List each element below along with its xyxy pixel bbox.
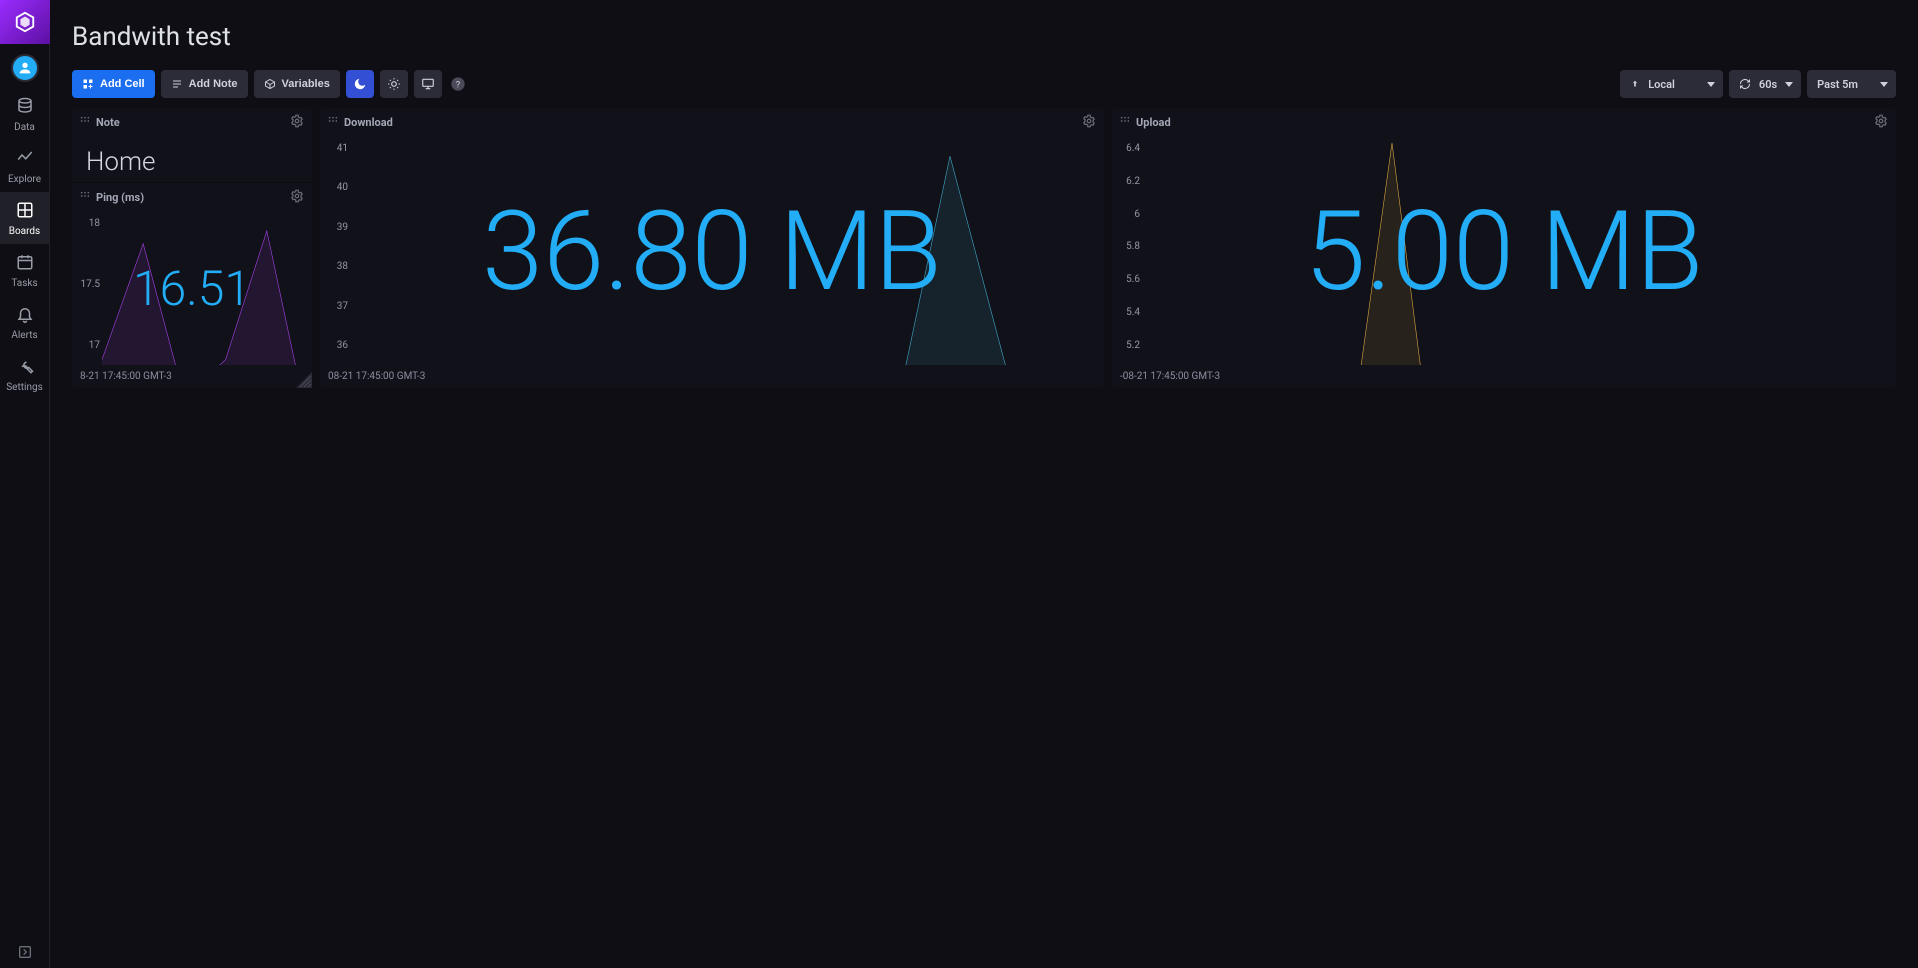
- gear-icon: [1874, 114, 1888, 128]
- gear-icon: [290, 189, 304, 203]
- light-mode-button[interactable]: [380, 70, 408, 98]
- ping-chart[interactable]: 1817.517 16.51: [72, 212, 312, 365]
- bell-icon: [16, 305, 34, 326]
- calendar-icon: [16, 253, 34, 274]
- sidebar-item-label: Settings: [6, 382, 43, 393]
- sidebar-item-boards[interactable]: Boards: [0, 192, 49, 244]
- boards-icon: [16, 201, 34, 222]
- dark-mode-button[interactable]: [346, 70, 374, 98]
- collapse-icon: [17, 944, 33, 960]
- sidebar-item-label: Data: [14, 122, 35, 133]
- button-label: Add Cell: [100, 78, 145, 90]
- database-icon: [16, 97, 34, 118]
- drag-handle-icon[interactable]: [1120, 116, 1130, 129]
- add-note-button[interactable]: Add Note: [161, 70, 248, 98]
- dropdown-label: Past 5m: [1817, 78, 1858, 91]
- cell-settings-button[interactable]: [1082, 114, 1096, 131]
- refresh-icon: [1739, 78, 1751, 90]
- sidebar-item-label: Boards: [9, 226, 40, 237]
- svg-text:?: ?: [456, 79, 461, 90]
- resize-handle[interactable]: [296, 372, 312, 388]
- cell-footer: 08-21 17:45:00 GMT-3: [320, 365, 1104, 388]
- drag-handle-icon[interactable]: [80, 191, 90, 204]
- sidebar-item-data[interactable]: Data: [0, 88, 49, 140]
- drag-handle-icon[interactable]: [80, 116, 90, 129]
- presentation-icon: [421, 77, 435, 91]
- refresh-dropdown[interactable]: 60s: [1729, 70, 1801, 98]
- sidebar-item-alerts[interactable]: Alerts: [0, 296, 49, 348]
- chevron-down-icon: [1880, 82, 1888, 87]
- grid-plus-icon: [82, 78, 94, 90]
- note-body: Home: [72, 137, 312, 177]
- note-icon: [171, 78, 183, 90]
- sidebar-item-explore[interactable]: Explore: [0, 140, 49, 192]
- cell-title: Download: [344, 116, 393, 129]
- download-chart[interactable]: 414039383736 36.80 MB: [320, 137, 1104, 365]
- sidebar-item-label: Tasks: [11, 278, 37, 289]
- y-axis: 6.46.265.85.65.45.2: [1116, 143, 1140, 351]
- chevron-down-icon: [1707, 82, 1715, 87]
- chart-plot: [350, 143, 1100, 365]
- chart-plot: [102, 218, 308, 365]
- upload-chart[interactable]: 6.46.265.85.65.45.2 5.00 MB: [1112, 137, 1896, 365]
- sidebar-item-settings[interactable]: Settings: [0, 348, 49, 400]
- dashboard-cells: Note Home Ping (ms): [72, 108, 1896, 388]
- button-label: Add Note: [189, 78, 238, 90]
- cube-icon: [264, 78, 276, 90]
- variables-button[interactable]: Variables: [254, 70, 340, 98]
- toolbar: Add Cell Add Note Variables ?: [72, 70, 1896, 108]
- y-axis: 1817.517: [76, 218, 100, 351]
- app-logo[interactable]: [0, 0, 50, 44]
- user-icon: [17, 60, 33, 76]
- sidebar-item-tasks[interactable]: Tasks: [0, 244, 49, 296]
- influx-logo-icon: [14, 11, 36, 33]
- chart-plot: [1142, 143, 1892, 365]
- sidebar-item-label: Alerts: [11, 330, 37, 341]
- download-cell: Download 414039383736 36.80 MB 08-21 17:…: [320, 108, 1104, 388]
- dropdown-label: Local: [1648, 78, 1675, 91]
- upload-cell: Upload 6.46.265.85.65.45.2 5.00 MB -08-2…: [1112, 108, 1896, 388]
- user-avatar[interactable]: [11, 54, 39, 82]
- button-label: Variables: [282, 78, 330, 90]
- upload-arrow-icon: [1630, 79, 1640, 89]
- ping-cell: Ping (ms) 1817.517 16.51 8-21 17:45:00 G…: [72, 182, 312, 388]
- sidebar-collapse-toggle[interactable]: [0, 936, 49, 968]
- gear-icon: [1082, 114, 1096, 128]
- dropdown-label: 60s: [1759, 78, 1777, 91]
- chevron-down-icon: [1785, 82, 1793, 87]
- gear-icon: [290, 114, 304, 128]
- drag-handle-icon[interactable]: [328, 116, 338, 129]
- moon-icon: [353, 77, 367, 91]
- cell-footer: 8-21 17:45:00 GMT-3: [72, 365, 312, 388]
- cell-footer: -08-21 17:45:00 GMT-3: [1112, 365, 1896, 388]
- add-cell-button[interactable]: Add Cell: [72, 70, 155, 98]
- cell-settings-button[interactable]: [290, 189, 304, 206]
- timezone-dropdown[interactable]: Local: [1620, 70, 1723, 98]
- cell-title: Upload: [1136, 116, 1171, 129]
- cell-settings-button[interactable]: [290, 114, 304, 131]
- resize-icon: [296, 372, 312, 388]
- page-title: Bandwith test: [72, 0, 1896, 70]
- main-content: Bandwith test Add Cell Add Note Variable…: [50, 0, 1918, 968]
- sidebar: Data Explore Boards Tasks Alerts: [0, 0, 50, 968]
- explore-icon: [16, 149, 34, 170]
- y-axis: 414039383736: [324, 143, 348, 351]
- help-icon[interactable]: ?: [448, 76, 466, 92]
- cell-title: Note: [96, 116, 120, 129]
- cell-title: Ping (ms): [96, 191, 144, 204]
- note-ping-column: Note Home Ping (ms): [72, 108, 312, 388]
- wrench-icon: [16, 357, 34, 378]
- time-range-dropdown[interactable]: Past 5m: [1807, 70, 1896, 98]
- sidebar-item-label: Explore: [8, 174, 41, 185]
- cell-settings-button[interactable]: [1874, 114, 1888, 131]
- presentation-mode-button[interactable]: [414, 70, 442, 98]
- sun-icon: [387, 77, 401, 91]
